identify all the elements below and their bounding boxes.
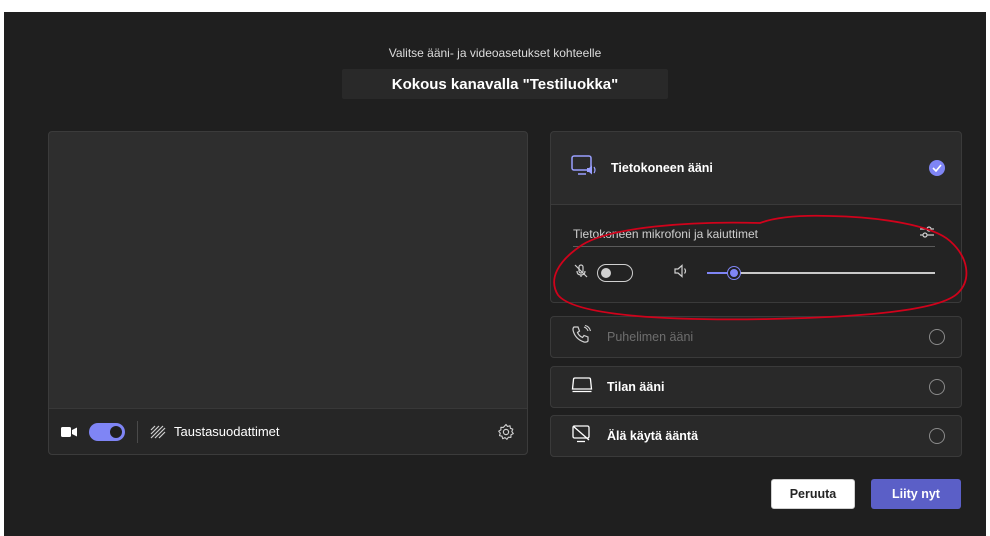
no-audio-icon [571, 424, 593, 449]
computer-audio-icon [571, 154, 597, 182]
room-audio-label: Tilan ääni [607, 380, 665, 394]
room-audio-option[interactable]: Tilan ääni [550, 366, 962, 408]
cancel-button[interactable]: Peruuta [771, 479, 855, 509]
no-audio-radio[interactable] [929, 428, 945, 444]
join-now-button[interactable]: Liity nyt [871, 479, 961, 509]
meeting-title-text: Kokous kanavalla "Testiluokka" [391, 75, 619, 93]
background-filters-label: Taustasuodattimet [174, 424, 280, 439]
camera-toggle-knob [110, 425, 122, 438]
no-audio-option[interactable]: Älä käytä ääntä [550, 415, 962, 457]
computer-audio-option[interactable]: Tietokoneen ääni [550, 131, 962, 205]
background-effects-icon [150, 425, 166, 438]
no-audio-label: Älä käytä ääntä [607, 429, 699, 443]
phone-audio-label: Puhelimen ääni [607, 330, 694, 344]
meeting-title: Kokous kanavalla "Testiluokka" [342, 69, 668, 99]
video-preview: Taustasuodattimet [48, 131, 528, 455]
camera-toggle[interactable] [89, 422, 125, 441]
room-audio-icon [571, 376, 593, 399]
computer-audio-label: Tietokoneen ääni [611, 161, 713, 175]
join-dialog: Valitse ääni- ja videoasetukset kohteell… [4, 12, 986, 536]
preview-divider [137, 420, 138, 443]
background-filters-button[interactable]: Taustasuodattimet [150, 424, 280, 439]
header-subtitle: Valitse ääni- ja videoasetukset kohteell… [388, 46, 602, 60]
phone-audio-radio[interactable] [929, 329, 945, 345]
phone-audio-icon [571, 324, 593, 350]
selected-check-icon [929, 160, 945, 176]
camera-icon [61, 423, 79, 441]
room-audio-radio[interactable] [929, 379, 945, 395]
device-settings-gear-icon[interactable] [497, 423, 515, 441]
red-annotation-circle [553, 214, 968, 321]
preview-controls-bar: Taustasuodattimet [49, 408, 527, 454]
